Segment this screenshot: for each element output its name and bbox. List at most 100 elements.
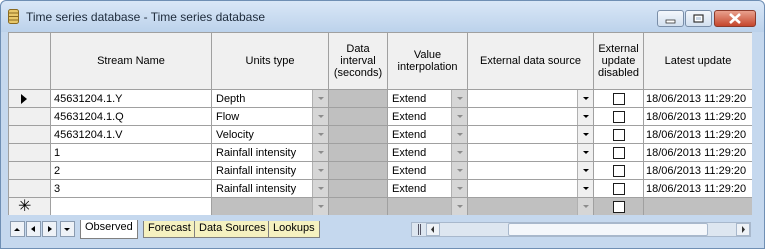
external-update-disabled-checkbox[interactable]	[612, 110, 625, 123]
column-header-latest-update[interactable]: Latest update	[643, 32, 752, 90]
dropdown-button[interactable]	[451, 198, 467, 215]
table-row[interactable]: 45631204.1.Y Depth Extend 18/06/2013 11:29:…	[8, 89, 752, 108]
units-type-cell[interactable]: Rainfall intensity	[211, 179, 329, 198]
value-interpolation-cell[interactable]: Extend	[387, 143, 468, 162]
units-type-cell[interactable]: Velocity	[211, 125, 329, 144]
table-row[interactable]: 2 Rainfall intensity Extend 18/06/2013 11:2…	[8, 161, 752, 180]
external-data-source-cell[interactable]	[467, 125, 594, 144]
stream-name-cell[interactable]: 45631204.1.Q	[50, 107, 212, 126]
value-interpolation-cell[interactable]: Extend	[387, 107, 468, 126]
row-selector[interactable]	[8, 143, 51, 162]
tab-next-button[interactable]	[42, 221, 57, 237]
units-type-cell-value: Rainfall intensity	[216, 165, 297, 177]
table-row[interactable]: 1 Rainfall intensity Extend 18/06/2013 11:2…	[8, 143, 752, 162]
column-header-stream-name[interactable]: Stream Name	[50, 32, 212, 90]
external-update-disabled-checkbox[interactable]	[612, 146, 625, 159]
value-interpolation-cell[interactable]	[387, 197, 468, 215]
stream-name-cell[interactable]: 45631204.1.V	[50, 125, 212, 144]
external-update-disabled-checkbox[interactable]	[612, 128, 625, 141]
chevron-down-icon	[318, 169, 324, 172]
units-type-cell[interactable]	[211, 197, 329, 215]
units-type-cell[interactable]: Depth	[211, 89, 329, 108]
column-header-external-data-source[interactable]: External data source	[467, 32, 594, 90]
dropdown-button[interactable]	[577, 126, 593, 143]
minimize-button[interactable]	[657, 10, 684, 27]
external-data-source-cell[interactable]	[467, 179, 594, 198]
tab-data-sources[interactable]: Data Sources	[194, 221, 271, 238]
streams-table: Stream Name Units type Data interval (se…	[8, 32, 752, 215]
external-update-disabled-checkbox[interactable]	[612, 164, 625, 177]
value-interpolation-cell[interactable]: Extend	[387, 161, 468, 180]
tab-lookups[interactable]: Lookups	[268, 221, 320, 238]
data-interval-cell	[328, 107, 388, 126]
stream-name-cell[interactable]: 1	[50, 143, 212, 162]
new-row[interactable]: ✳	[8, 197, 752, 215]
value-interpolation-cell[interactable]: Extend	[387, 179, 468, 198]
value-interpolation-cell[interactable]: Extend	[387, 89, 468, 108]
row-selector[interactable]	[8, 179, 51, 198]
external-update-disabled-checkbox[interactable]	[612, 200, 625, 213]
dropdown-button[interactable]	[577, 180, 593, 197]
external-data-source-cell[interactable]	[467, 197, 594, 215]
tab-last-button[interactable]	[60, 221, 75, 237]
units-type-cell[interactable]: Flow	[211, 107, 329, 126]
dropdown-button[interactable]	[451, 144, 467, 161]
external-update-disabled-checkbox[interactable]	[612, 182, 625, 195]
row-selector[interactable]	[8, 125, 51, 144]
close-button[interactable]	[714, 10, 756, 27]
stream-name-cell[interactable]: 3	[50, 179, 212, 198]
dropdown-button[interactable]	[451, 126, 467, 143]
tab-first-button[interactable]	[10, 221, 25, 237]
dropdown-button[interactable]	[577, 108, 593, 125]
tab-prev-button[interactable]	[26, 221, 41, 237]
dropdown-button[interactable]	[312, 126, 328, 143]
stream-name-cell[interactable]	[50, 197, 212, 215]
external-update-disabled-checkbox[interactable]	[612, 92, 625, 105]
dropdown-button[interactable]	[451, 108, 467, 125]
dropdown-button[interactable]	[312, 198, 328, 215]
dropdown-button[interactable]	[451, 180, 467, 197]
dropdown-button[interactable]	[577, 198, 593, 215]
units-type-cell[interactable]: Rainfall intensity	[211, 143, 329, 162]
column-header-external-update-disabled[interactable]: External update disabled	[593, 32, 644, 90]
stream-name-cell[interactable]: 2	[50, 161, 212, 180]
external-data-source-cell[interactable]	[467, 161, 594, 180]
scroll-thumb[interactable]	[508, 223, 708, 236]
row-selector[interactable]	[8, 107, 51, 126]
row-selector[interactable]	[8, 89, 51, 108]
dropdown-button[interactable]	[312, 108, 328, 125]
column-header-value-interpolation[interactable]: Value interpolation	[387, 32, 468, 90]
units-type-cell[interactable]: Rainfall intensity	[211, 161, 329, 180]
row-selector[interactable]: ✳	[8, 197, 51, 215]
external-data-source-cell[interactable]	[467, 89, 594, 108]
external-data-source-cell[interactable]	[467, 143, 594, 162]
external-data-source-cell[interactable]	[467, 107, 594, 126]
scroll-right-button[interactable]	[736, 223, 750, 236]
dropdown-button[interactable]	[312, 162, 328, 179]
dropdown-button[interactable]	[312, 180, 328, 197]
tab-forecast[interactable]: Forecast	[143, 221, 196, 238]
horizontal-scrollbar[interactable]	[411, 222, 751, 237]
column-header-data-interval[interactable]: Data interval (seconds)	[328, 32, 388, 90]
column-header-units-type[interactable]: Units type	[211, 32, 329, 90]
value-interpolation-cell-value: Extend	[392, 129, 427, 141]
stream-name-cell[interactable]: 45631204.1.Y	[50, 89, 212, 108]
dropdown-button[interactable]	[312, 144, 328, 161]
table-row[interactable]: 45631204.1.Q Flow Extend 18/06/2013 11:29:2…	[8, 107, 752, 126]
value-interpolation-cell-value: Extend	[392, 111, 427, 123]
splitter-grip[interactable]	[418, 224, 421, 235]
dropdown-button[interactable]	[577, 90, 593, 107]
scroll-left-button[interactable]	[426, 223, 440, 236]
value-interpolation-cell[interactable]: Extend	[387, 125, 468, 144]
tab-observed[interactable]: Observed	[80, 220, 138, 239]
dropdown-button[interactable]	[451, 162, 467, 179]
dropdown-button[interactable]	[451, 90, 467, 107]
restore-button[interactable]	[685, 10, 712, 27]
dropdown-button[interactable]	[577, 144, 593, 161]
table-row[interactable]: 3 Rainfall intensity Extend 18/06/2013 11:2…	[8, 179, 752, 198]
table-row[interactable]: 45631204.1.V Velocity Extend 18/06/2013 11:…	[8, 125, 752, 144]
title-bar[interactable]: Time series database - Time series datab…	[1, 1, 764, 32]
dropdown-button[interactable]	[577, 162, 593, 179]
dropdown-button[interactable]	[312, 90, 328, 107]
row-selector[interactable]	[8, 161, 51, 180]
